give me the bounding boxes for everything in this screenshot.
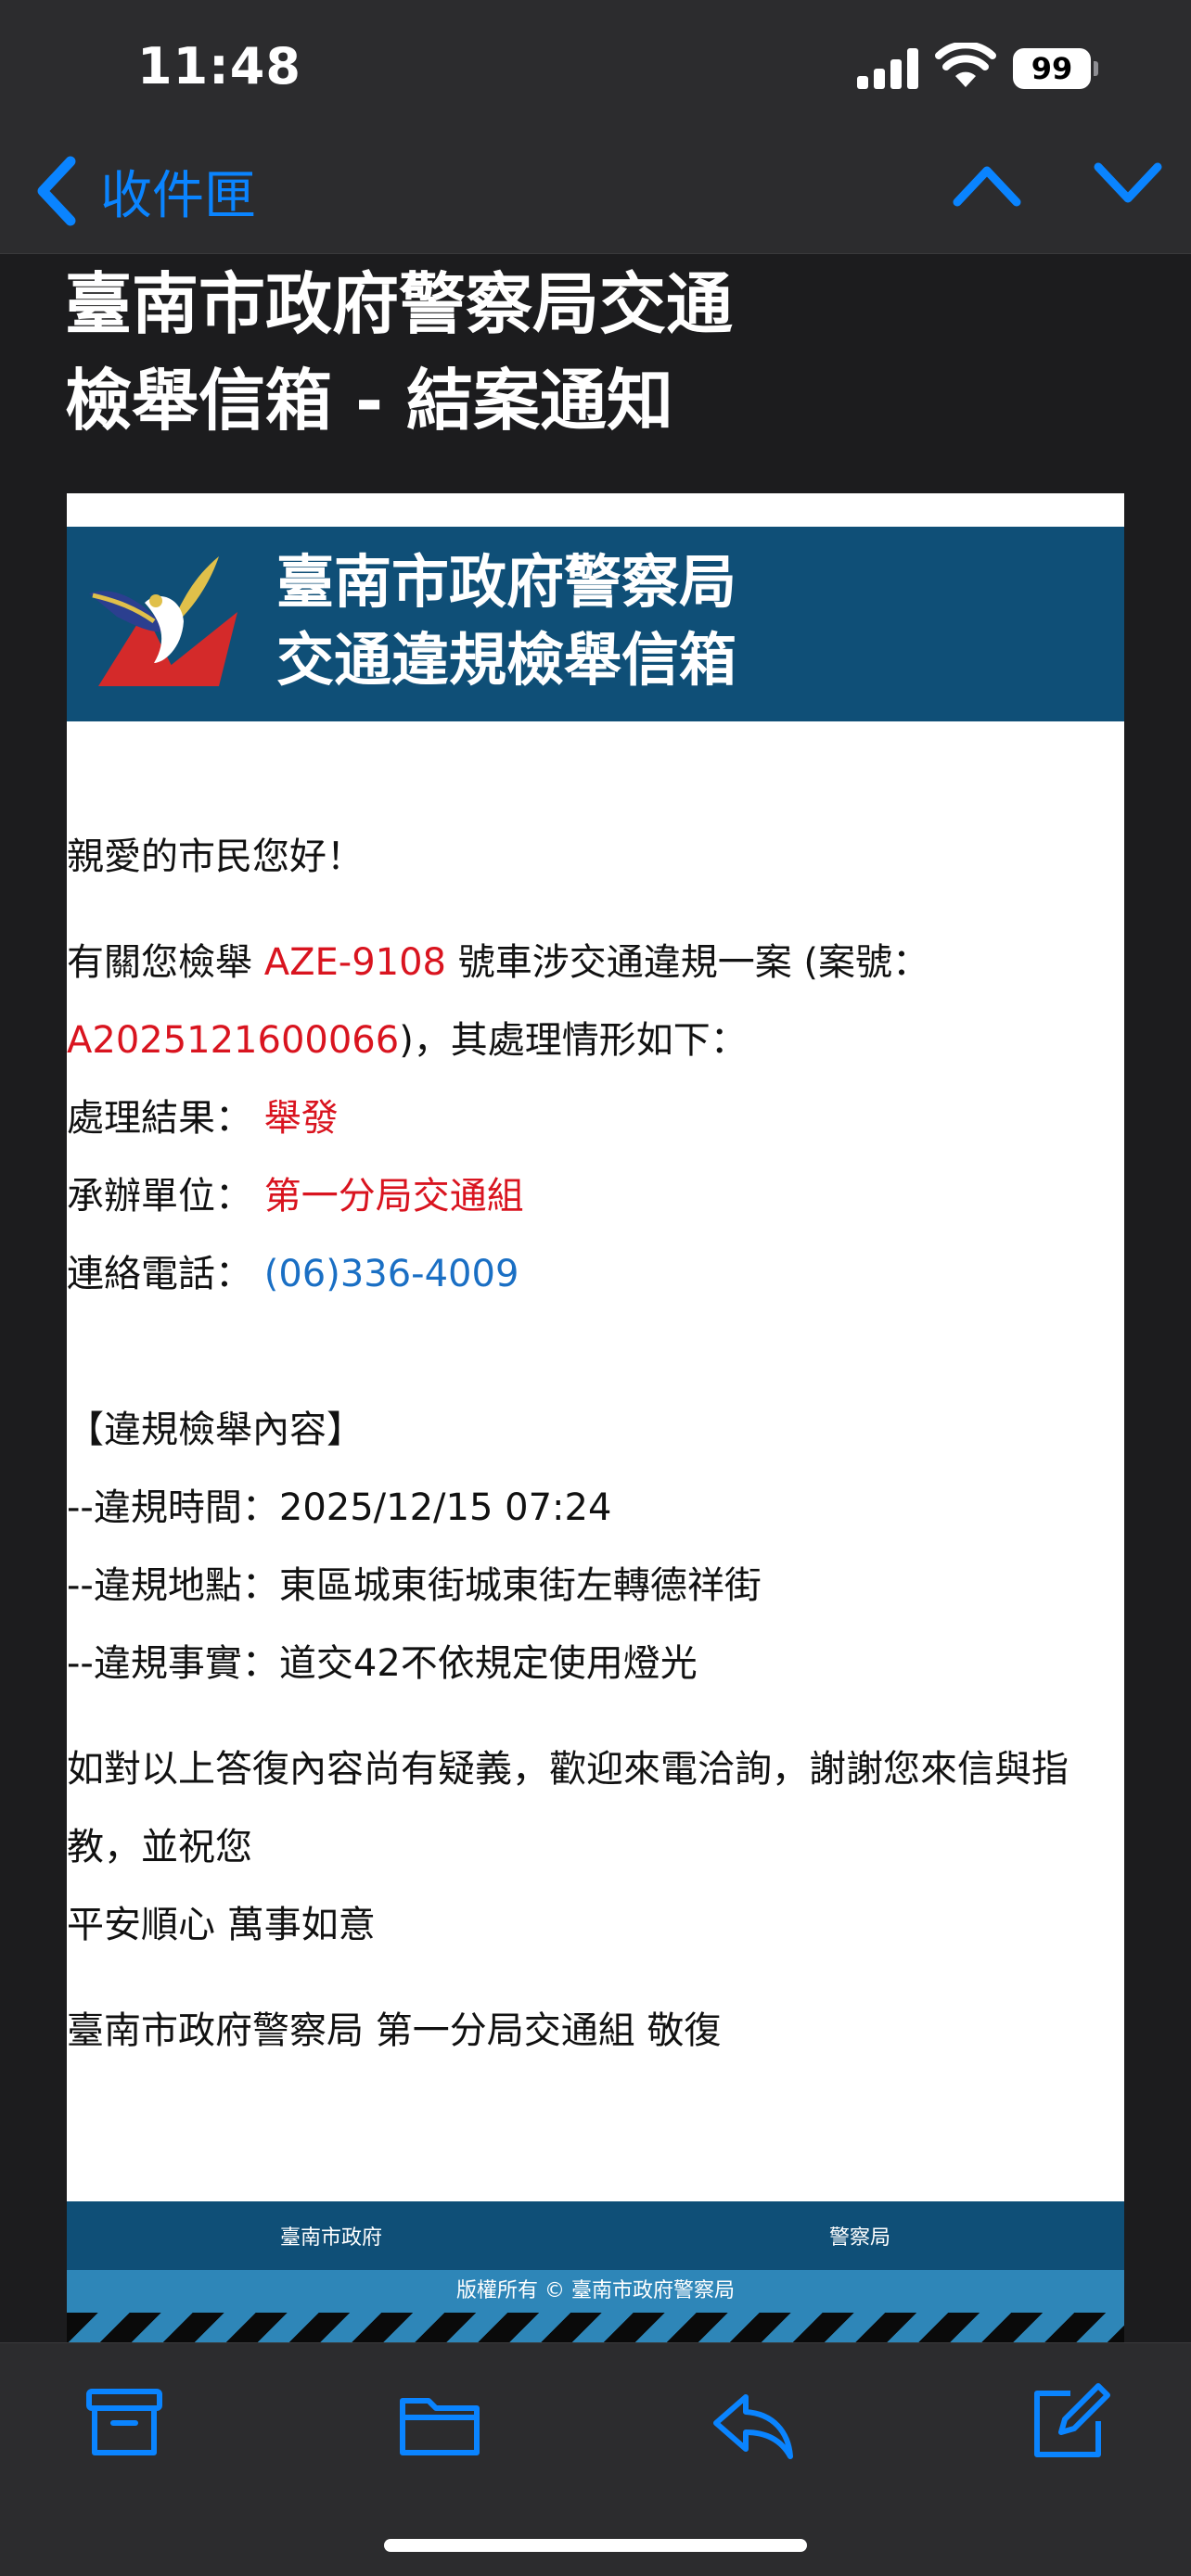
phone-row: 連絡電話： (06)336-4009 <box>67 1235 1124 1313</box>
wifi-icon <box>935 43 996 87</box>
email-body: 臺南市政府警察局 交通違規檢舉信箱 親愛的市民您好！ 有關您檢舉 AZE-910… <box>67 493 1124 2344</box>
battery-icon: 99 <box>1013 48 1098 89</box>
closing-text: 如對以上答復內容尚有疑義，歡迎來電洽詢，謝謝您來信與指教，並祝您 <box>67 1748 1069 1868</box>
cellular-signal-icon <box>857 48 922 89</box>
signature: 臺南市政府警察局 第一分局交通組 敬復 <box>67 2009 722 2052</box>
intro-line-1: 有關您檢舉 AZE-9108 號車涉交通違規一案 (案號： <box>67 924 1124 1001</box>
result-row: 處理結果： 舉發 <box>67 1079 1124 1157</box>
footer-stripes <box>67 2313 1124 2344</box>
result-label: 處理結果： <box>67 1097 252 1140</box>
archive-icon[interactable] <box>80 2378 169 2468</box>
plate-number: AZE-9108 <box>263 941 446 984</box>
back-button[interactable]: 收件匣 <box>33 154 256 228</box>
reply-icon[interactable] <box>709 2378 798 2468</box>
status-bar: 11:48 99 <box>0 0 1191 139</box>
footer-copyright: 版權所有 © 臺南市政府警察局 <box>67 2270 1124 2313</box>
email-footer-links: 臺南市政府 警察局 <box>67 2201 1124 2270</box>
back-label: 收件匣 <box>100 165 256 226</box>
status-time: 11:48 <box>137 37 301 96</box>
police-bird-logo-icon <box>89 556 237 686</box>
email-subject: 臺南市政府警察局交通 檢舉信箱 - 結案通知 <box>65 256 1085 449</box>
home-indicator <box>384 2539 807 2552</box>
message-text: 親愛的市民您好！ 有關您檢舉 AZE-9108 號車涉交通違規一案 (案號： A… <box>67 818 1124 2070</box>
message-navigation <box>881 159 1163 210</box>
violation-time: --違規時間：2025/12/15 07:24 <box>67 1486 612 1529</box>
subject-line-2: 檢舉信箱 - 結案通知 <box>65 362 674 440</box>
banner-line-1: 臺南市政府警察局 <box>276 548 737 616</box>
intro-mid: 號車涉交通違規一案 (案號： <box>457 941 930 984</box>
violation-place: --違規地點：東區城東街城東街左轉德祥街 <box>67 1564 762 1607</box>
compose-icon[interactable] <box>1024 2378 1113 2468</box>
previous-message-button[interactable] <box>952 159 1022 210</box>
unit-label: 承辦單位： <box>67 1175 252 1218</box>
case-number: A2025121600066 <box>67 1019 400 1062</box>
email-banner: 臺南市政府警察局 交通違規檢舉信箱 <box>67 527 1124 721</box>
folder-icon[interactable] <box>395 2378 484 2468</box>
unit-value: 第一分局交通組 <box>263 1175 524 1218</box>
unit-row: 承辦單位： 第一分局交通組 <box>67 1157 1124 1235</box>
violation-fact: --違規事實：道交42不依規定使用燈光 <box>67 1642 698 1685</box>
phone-label: 連絡電話： <box>67 1253 252 1295</box>
next-message-button[interactable] <box>1093 159 1163 210</box>
content-header: 【違規檢舉內容】 <box>67 1409 364 1451</box>
intro-prefix: 有關您檢舉 <box>67 941 252 984</box>
greeting: 親愛的市民您好！ <box>67 835 364 878</box>
subject-line-1: 臺南市政府警察局交通 <box>65 265 734 343</box>
banner-line-2: 交通違規檢舉信箱 <box>276 626 737 694</box>
result-value: 舉發 <box>263 1097 339 1140</box>
intro-suffix: )，其處理情形如下： <box>399 1019 748 1062</box>
phone-link[interactable]: (06)336-4009 <box>264 1253 519 1295</box>
banner-title: 臺南市政府警察局 交通違規檢舉信箱 <box>276 543 736 699</box>
intro-line-2: A2025121600066)，其處理情形如下： <box>67 1001 1124 1079</box>
navigation-bar: 收件匣 <box>0 139 1191 254</box>
chevron-left-icon <box>37 156 76 226</box>
footer-link-police[interactable]: 警察局 <box>829 2221 890 2251</box>
footer-link-city-government[interactable]: 臺南市政府 <box>280 2221 382 2251</box>
closing-blessing: 平安順心 萬事如意 <box>67 1904 376 1946</box>
